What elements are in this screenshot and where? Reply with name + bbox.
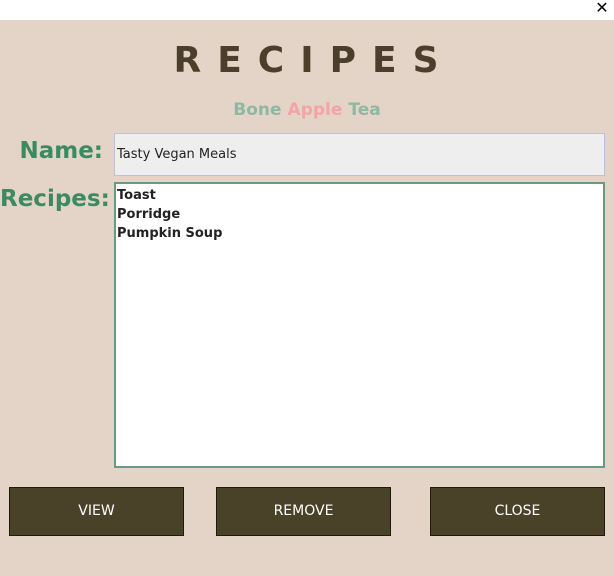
view-button[interactable]: VIEW <box>9 487 184 536</box>
list-item[interactable]: Toast <box>117 186 602 205</box>
subtitle-word-bone: Bone <box>233 100 282 120</box>
recipe-list[interactable]: Toast Porridge Pumpkin Soup <box>114 182 605 468</box>
subtitle: Bone Apple Tea <box>0 100 614 120</box>
close-icon[interactable]: ✕ <box>594 0 610 18</box>
recipes-label: Recipes: <box>0 186 110 212</box>
name-label: Name: <box>19 138 103 164</box>
page-title: RECIPES <box>173 40 455 81</box>
remove-button[interactable]: REMOVE <box>216 487 391 536</box>
list-item[interactable]: Pumpkin Soup <box>117 224 602 243</box>
name-field[interactable]: Tasty Vegan Meals <box>114 133 605 176</box>
title-bar: ✕ <box>0 0 614 20</box>
subtitle-word-tea: Tea <box>348 100 381 120</box>
subtitle-word-apple: Apple <box>287 100 343 120</box>
close-button[interactable]: CLOSE <box>430 487 605 536</box>
list-item[interactable]: Porridge <box>117 205 602 224</box>
